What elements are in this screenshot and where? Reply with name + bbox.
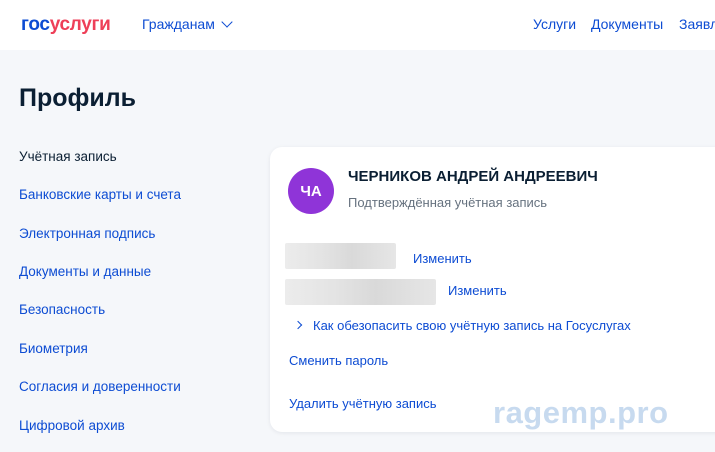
avatar: ЧА bbox=[288, 168, 334, 214]
logo-part-gos: гос bbox=[21, 14, 50, 35]
user-full-name: ЧЕРНИКОВ АНДРЕЙ АНДРЕЕВИЧ bbox=[348, 168, 598, 185]
nav-services[interactable]: Услуги bbox=[533, 16, 576, 32]
chevron-right-icon bbox=[293, 320, 303, 330]
page-title: Профиль bbox=[19, 84, 137, 112]
secure-account-link[interactable]: Как обезопасить свою учётную запись на Г… bbox=[313, 318, 631, 333]
account-status: Подтверждённая учётная запись bbox=[348, 195, 548, 210]
citizens-label: Гражданам bbox=[142, 16, 215, 32]
sidebar-item-bank-cards[interactable]: Банковские карты и счета bbox=[19, 187, 181, 202]
change-phone-link[interactable]: Изменить bbox=[413, 251, 472, 266]
sidebar-item-biometrics[interactable]: Биометрия bbox=[19, 341, 88, 356]
top-header: госуслуги Гражданам Услуги Документы Зая… bbox=[0, 0, 715, 50]
change-email-link[interactable]: Изменить bbox=[448, 283, 507, 298]
watermark: ragemp.pro bbox=[493, 395, 669, 430]
delete-account-link[interactable]: Удалить учётную запись bbox=[289, 396, 437, 411]
sidebar-item-documents[interactable]: Документы и данные bbox=[19, 264, 151, 279]
gosuslugi-logo[interactable]: госуслуги bbox=[21, 14, 111, 36]
hidden-email-value bbox=[285, 279, 436, 305]
hidden-phone-value bbox=[285, 243, 396, 269]
chevron-down-icon bbox=[221, 16, 233, 28]
change-password-link[interactable]: Сменить пароль bbox=[289, 353, 388, 368]
sidebar-item-digital-archive[interactable]: Цифровой архив bbox=[19, 418, 125, 433]
nav-applications[interactable]: Заявл bbox=[679, 16, 715, 32]
nav-documents[interactable]: Документы bbox=[591, 16, 663, 32]
sidebar-item-e-signature[interactable]: Электронная подпись bbox=[19, 226, 155, 241]
sidebar-item-account[interactable]: Учётная запись bbox=[19, 149, 117, 164]
sidebar-item-security[interactable]: Безопасность bbox=[19, 302, 105, 317]
logo-part-uslugi: услуги bbox=[49, 14, 111, 35]
citizens-dropdown[interactable]: Гражданам bbox=[142, 16, 233, 32]
account-card: ЧА ЧЕРНИКОВ АНДРЕЙ АНДРЕЕВИЧ Подтверждён… bbox=[270, 147, 715, 432]
sidebar-item-consents[interactable]: Согласия и доверенности bbox=[19, 379, 181, 394]
